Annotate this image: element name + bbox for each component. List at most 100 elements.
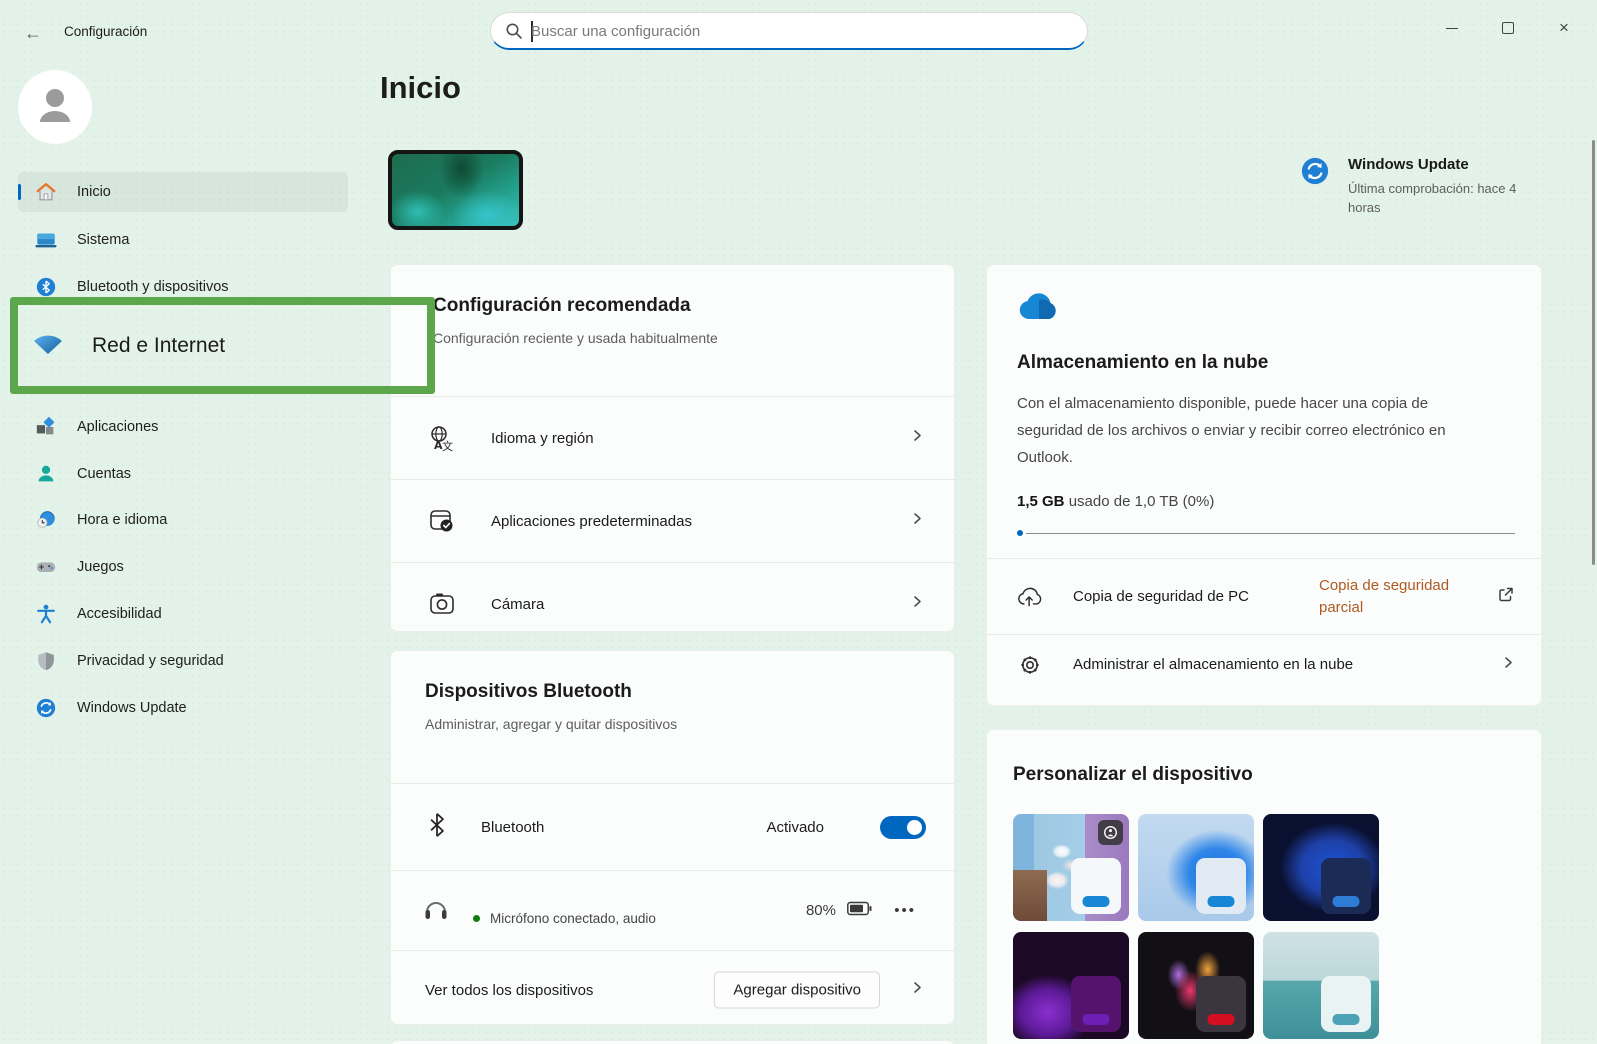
progress-track — [1026, 533, 1515, 535]
battery-icon — [847, 901, 872, 920]
chevron-right-icon — [910, 512, 924, 531]
storage-usage: 1,5 GB usado de 1,0 TB (0%) — [1017, 493, 1511, 510]
theme-tile-4[interactable] — [1013, 932, 1129, 1039]
row-bluetooth-toggle: Bluetooth Activado — [391, 784, 954, 870]
search-input[interactable] — [531, 17, 1071, 45]
theme-tiles — [1013, 814, 1541, 1039]
card-title: Almacenamiento en la nube — [1017, 352, 1511, 374]
recommended-settings-card: Configuración recomendada Configuración … — [390, 264, 955, 632]
sidebar-item-aplicaciones[interactable]: Aplicaciones — [18, 407, 348, 447]
sidebar-item-red-e-internet[interactable]: Red e Internet — [18, 328, 427, 363]
theme-preview — [1196, 858, 1246, 914]
network-wifi-icon — [30, 328, 66, 363]
row-camara[interactable]: Cámara — [391, 563, 954, 645]
more-options-button[interactable]: ••• — [894, 902, 916, 919]
person-icon — [32, 82, 78, 133]
close-icon: × — [1559, 18, 1569, 38]
external-link-icon — [1497, 585, 1515, 608]
back-button[interactable]: ← — [20, 20, 46, 46]
row-idioma-y-region[interactable]: A文 Idioma y región — [391, 397, 954, 479]
sidebar-item-label: Accesibilidad — [77, 606, 162, 622]
device-thumbnail — [388, 150, 523, 230]
selection-accent-bar — [18, 184, 21, 200]
app-title: Configuración — [64, 24, 147, 39]
sidebar-item-windows-update[interactable]: Windows Update — [18, 688, 348, 728]
vertical-scrollbar[interactable] — [1592, 140, 1595, 565]
theme-preview — [1321, 858, 1371, 914]
cloud-description: Con el almacenamiento disponible, puede … — [1017, 390, 1497, 471]
accounts-icon — [34, 463, 57, 486]
search-box[interactable] — [490, 12, 1088, 50]
sidebar-item-label: Juegos — [77, 559, 124, 575]
gear-icon — [1017, 652, 1043, 678]
theme-tile-3[interactable] — [1263, 814, 1379, 921]
sidebar-item-hora-e-idioma[interactable]: Hora e idioma — [18, 500, 348, 540]
apps-icon — [34, 416, 57, 439]
default-apps-icon — [427, 506, 457, 536]
theme-preview — [1196, 976, 1246, 1032]
sidebar-item-cuentas[interactable]: Cuentas — [18, 454, 348, 494]
battery-percent: 80% — [806, 902, 836, 919]
row-label: Cámara — [491, 596, 544, 613]
bluetooth-icon — [34, 276, 57, 299]
chevron-right-icon — [910, 981, 924, 1000]
sidebar-item-label: Red e Internet — [92, 334, 225, 358]
system-icon — [34, 229, 57, 252]
theme-tile-5[interactable] — [1138, 932, 1254, 1039]
row-label: Administrar el almacenamiento en la nube — [1073, 656, 1353, 673]
theme-tile-6[interactable] — [1263, 932, 1379, 1039]
row-view-all-devices[interactable]: Ver todos los dispositivos Agregar dispo… — [391, 951, 954, 1029]
windows-update-summary[interactable]: Windows Update Última comprobación: hace… — [1300, 156, 1550, 217]
row-label: Bluetooth — [481, 819, 544, 836]
row-manage-cloud-storage[interactable]: Administrar el almacenamiento en la nube — [987, 635, 1541, 694]
sidebar-item-inicio[interactable]: Inicio — [18, 172, 348, 212]
maximize-button[interactable] — [1493, 14, 1523, 42]
row-aplicaciones-predeterminadas[interactable]: Aplicaciones predeterminadas — [391, 480, 954, 562]
sidebar-item-sistema[interactable]: Sistema — [18, 220, 348, 260]
camera-icon — [427, 589, 457, 619]
gaming-icon — [34, 556, 57, 579]
minimize-button[interactable] — [1437, 14, 1467, 42]
contrast-theme-icon — [1098, 820, 1123, 845]
toggle-state-label: Activado — [766, 819, 824, 836]
search-icon — [505, 22, 523, 45]
sidebar-item-label: Sistema — [77, 232, 129, 248]
privacy-shield-icon — [34, 650, 57, 673]
windows-update-status: Última comprobación: hace 4 horas — [1348, 179, 1546, 217]
card-title: Dispositivos Bluetooth — [425, 681, 954, 703]
cloud-backup-icon — [1017, 584, 1043, 610]
minimize-icon — [1446, 28, 1458, 29]
windows-update-icon — [1300, 156, 1330, 217]
user-avatar[interactable] — [18, 70, 92, 144]
personalize-device-card: Personalizar el dispositivo — [986, 729, 1542, 1044]
card-title: Personalizar el dispositivo — [1013, 764, 1541, 786]
cloud-icon — [1017, 310, 1061, 327]
bluetooth-toggle[interactable] — [880, 816, 926, 839]
row-label: Idioma y región — [491, 430, 594, 447]
row-pc-backup[interactable]: Copia de seguridad de PC Copia de seguri… — [987, 559, 1541, 634]
home-icon — [34, 181, 57, 204]
view-all-label: Ver todos los dispositivos — [425, 982, 593, 999]
svg-text:文: 文 — [442, 439, 453, 452]
sidebar-item-label: Aplicaciones — [77, 419, 158, 435]
close-button[interactable]: × — [1549, 14, 1579, 42]
headphones-icon — [421, 894, 455, 928]
sidebar-item-juegos[interactable]: Juegos — [18, 547, 348, 587]
next-card-partial — [390, 1040, 955, 1044]
sidebar-item-label: Bluetooth y dispositivos — [77, 279, 229, 295]
sidebar-item-accesibilidad[interactable]: Accesibilidad — [18, 594, 348, 634]
row-label: Aplicaciones predeterminadas — [491, 513, 692, 530]
chevron-right-icon — [1501, 655, 1515, 674]
theme-tile-1[interactable] — [1013, 814, 1129, 921]
row-headphones-device[interactable]: Micrófono conectado, audio 80% ••• — [391, 871, 954, 950]
backup-status-link[interactable]: Copia de seguridad parcial — [1319, 575, 1479, 619]
add-device-button[interactable]: Agregar dispositivo — [714, 972, 880, 1009]
windows-update-icon — [34, 697, 57, 720]
sidebar-item-privacidad[interactable]: Privacidad y seguridad — [18, 641, 348, 681]
card-subtitle: Configuración reciente y usada habitualm… — [433, 330, 954, 346]
bluetooth-icon — [427, 812, 447, 843]
chevron-right-icon — [910, 429, 924, 448]
theme-tile-2[interactable] — [1138, 814, 1254, 921]
device-status: Micrófono conectado, audio — [490, 911, 656, 926]
chevron-right-icon — [910, 595, 924, 614]
